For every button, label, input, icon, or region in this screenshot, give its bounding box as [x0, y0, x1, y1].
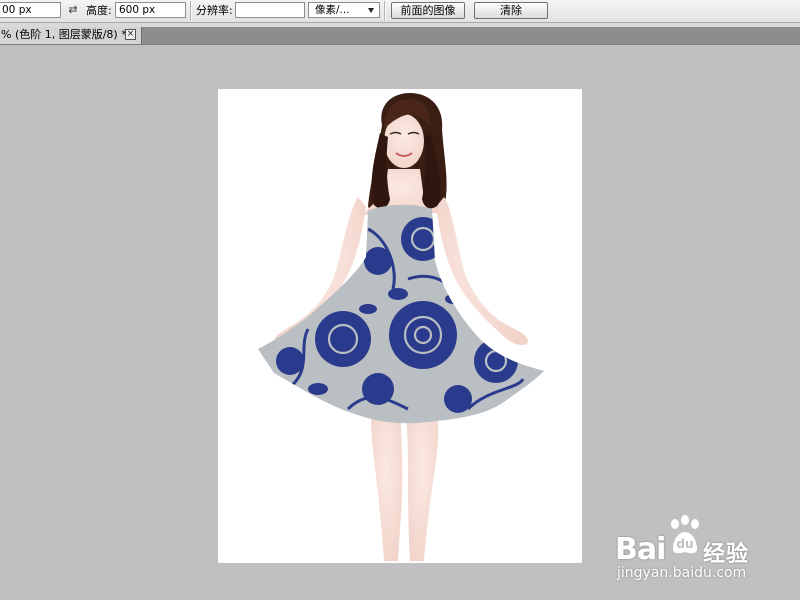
swap-icon[interactable]: ⇄ [66, 3, 80, 17]
clear-button[interactable]: 清除 [474, 2, 548, 19]
chevron-down-icon [368, 8, 374, 13]
document-tab-title: % (色阶 1, 图层蒙版/8) * [1, 28, 127, 41]
document-tab[interactable]: % (色阶 1, 图层蒙版/8) * × [0, 27, 142, 44]
height-label: 高度: [86, 4, 112, 17]
resolution-label: 分辨率: [196, 4, 233, 17]
document-tab-bar: % (色阶 1, 图层蒙版/8) * × [0, 27, 800, 45]
baidu-paw-icon: du [671, 515, 699, 554]
height-input[interactable]: 600 px [115, 2, 186, 18]
close-icon[interactable]: × [125, 29, 136, 40]
separator [190, 1, 192, 21]
tool-options-bar: 00 px ⇄ 高度: 600 px 分辨率: 像素/... 前面的图像 清除 [0, 0, 800, 23]
resolution-input[interactable] [235, 2, 305, 18]
document-canvas[interactable] [218, 89, 582, 563]
paw-letter: du [676, 537, 693, 551]
baidu-watermark: Bai du 经验 jingyan.baidu.com [613, 512, 788, 588]
watermark-url: jingyan.baidu.com [617, 565, 747, 581]
resolution-unit-select[interactable]: 像素/... [308, 2, 380, 18]
resolution-unit-value: 像素/... [315, 4, 350, 16]
dress-photo [258, 93, 544, 561]
watermark-service: 经验 [703, 542, 750, 567]
front-image-button[interactable]: 前面的图像 [391, 2, 465, 19]
separator [384, 1, 386, 21]
watermark-brand-left: Bai [615, 532, 666, 567]
width-input[interactable]: 00 px [0, 2, 61, 18]
